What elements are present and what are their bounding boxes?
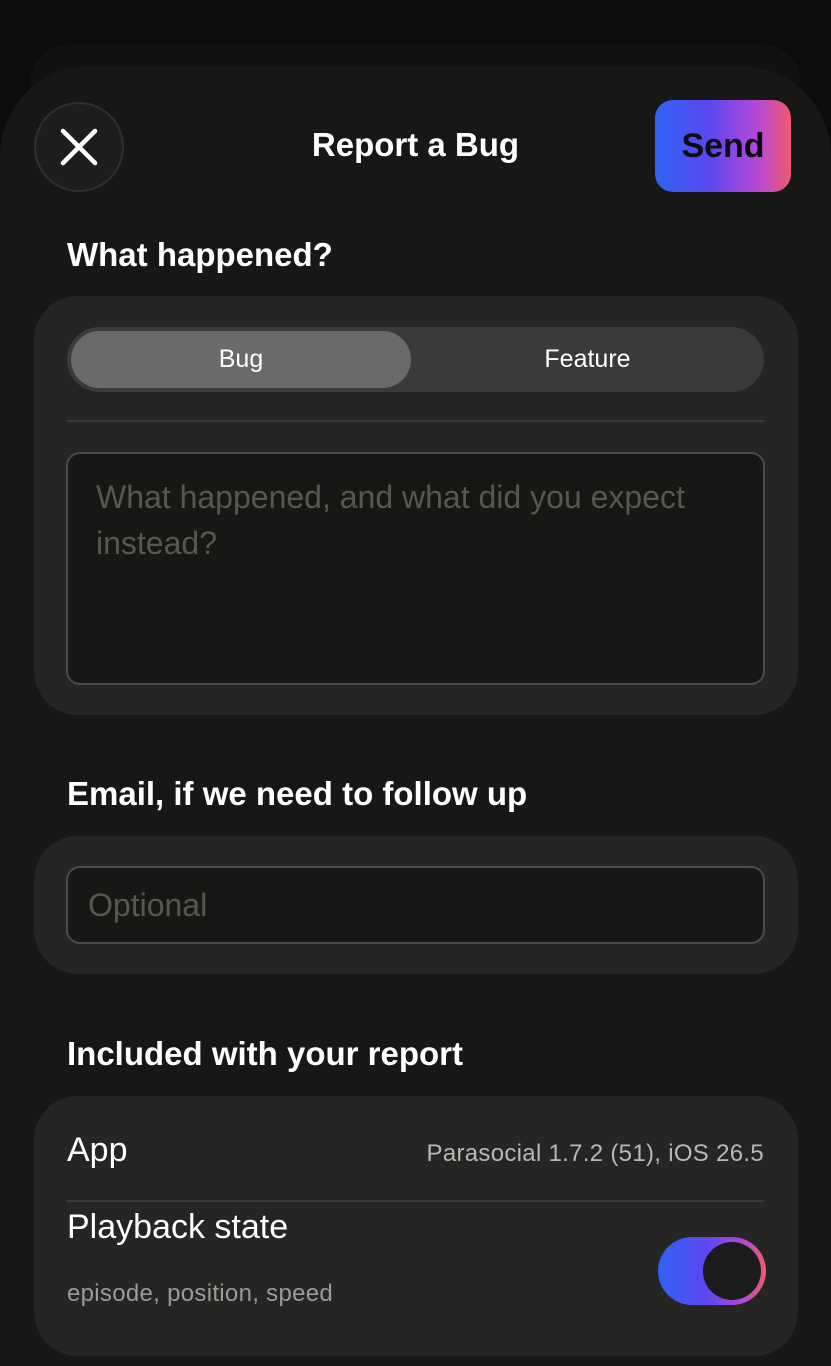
segment-bug[interactable]: Bug — [71, 331, 411, 388]
app-row-value: Parasocial 1.7.2 (51), iOS 26.5 — [426, 1140, 764, 1167]
playback-row-label: Playback state — [67, 1208, 289, 1246]
playback-row-sublabel: episode, position, speed — [67, 1280, 334, 1307]
playback-state-toggle[interactable] — [658, 1237, 766, 1305]
email-field[interactable]: Optional — [66, 866, 765, 944]
email-heading: Email, if we need to follow up — [67, 775, 528, 812]
segment-feature[interactable]: Feature — [415, 331, 760, 388]
send-button[interactable]: Send — [655, 100, 791, 192]
what-happened-heading: What happened? — [67, 236, 333, 273]
app-row-label: App — [67, 1131, 128, 1169]
row-divider — [67, 1200, 764, 1202]
included-heading: Included with your report — [67, 1035, 464, 1072]
toggle-knob — [703, 1242, 761, 1300]
description-textarea[interactable]: What happened, and what did you expect i… — [66, 452, 765, 685]
type-segmented-control: Bug Feature — [67, 327, 764, 392]
card-divider — [67, 420, 764, 422]
